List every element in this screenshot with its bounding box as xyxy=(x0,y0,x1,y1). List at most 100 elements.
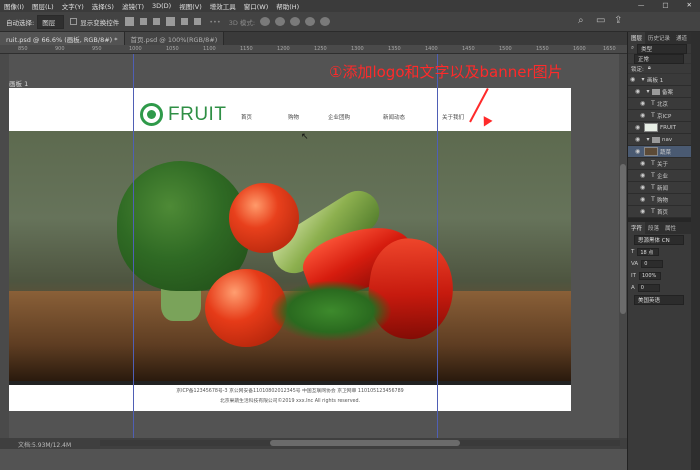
artboard-page[interactable]: FRUIT 首页 购物 企业团购 新闻动态 关于我们 京ICP备12345678… xyxy=(9,88,571,411)
move-cursor-icon: ↖ xyxy=(301,132,309,142)
menu-plugins[interactable]: 增效工具 xyxy=(206,1,240,11)
eye-icon[interactable]: ◉ xyxy=(640,160,649,167)
banner-image[interactable] xyxy=(9,131,571,381)
tab-layers[interactable]: 图层 xyxy=(628,32,646,44)
artboard-label[interactable]: 画板 1 xyxy=(9,78,28,88)
align-left-icon[interactable] xyxy=(125,17,135,26)
guide-line-left[interactable] xyxy=(133,54,134,438)
layer-row[interactable]: ◉ T 首页 xyxy=(628,206,700,218)
document-tabs: ruit.psd @ 66.6% (画板, RGB/8#) * 首页.psd @… xyxy=(0,32,627,45)
text-layer-icon: T xyxy=(651,184,655,191)
menu-select[interactable]: 选择(S) xyxy=(88,1,118,11)
menu-help[interactable]: 帮助(H) xyxy=(272,1,303,11)
auto-select-dropdown[interactable]: 图层 xyxy=(37,14,65,29)
eye-icon[interactable]: ◉ xyxy=(640,100,649,107)
vertical-scrollbar[interactable] xyxy=(619,54,627,438)
layer-thumbnail xyxy=(644,147,658,156)
layer-row[interactable]: ◉ ▾ 画板 1 xyxy=(628,74,700,86)
search-icon[interactable]: ⌕ xyxy=(578,15,590,27)
maximize-icon[interactable]: □ xyxy=(658,1,672,9)
guide-line-right[interactable] xyxy=(437,54,438,438)
menu-window[interactable]: 窗口(W) xyxy=(240,1,273,11)
menu-image[interactable]: 图像(I) xyxy=(0,1,28,11)
tracking-field[interactable]: 0 xyxy=(637,284,660,292)
blend-mode-dropdown[interactable]: 正常 xyxy=(634,53,684,64)
3d-roll-icon[interactable] xyxy=(275,17,286,26)
eye-icon[interactable]: ◉ xyxy=(635,148,644,155)
tab-history[interactable]: 历史记录 xyxy=(645,32,673,44)
menu-view[interactable]: 视图(V) xyxy=(175,1,206,11)
footer-icp: 京ICP备12345678号-3 京公网安备11010802012345号 中国… xyxy=(176,389,404,394)
eye-icon[interactable]: ◉ xyxy=(640,196,649,203)
character-panel-tabs: 字符 段落 属性 xyxy=(628,222,700,234)
tab-character[interactable]: 字符 xyxy=(628,222,646,234)
workspace-icon[interactable]: ▭ xyxy=(596,15,608,27)
eye-icon[interactable]: ◉ xyxy=(640,208,649,215)
tab-channels[interactable]: 通道 xyxy=(673,32,690,44)
show-transform-checkbox[interactable] xyxy=(70,18,78,25)
layer-row[interactable]: ◉ FRUIT xyxy=(628,122,700,134)
eye-icon[interactable]: ◉ xyxy=(635,88,644,95)
auto-select-label: 自动选择: xyxy=(6,18,35,27)
layer-row[interactable]: ◉ T 新闻 xyxy=(628,182,700,194)
menu-filter[interactable]: 滤镜(T) xyxy=(118,1,148,11)
eye-icon[interactable]: ◉ xyxy=(635,136,644,143)
layer-row[interactable]: ◉ T 关于 xyxy=(628,158,700,170)
align-right-icon[interactable] xyxy=(153,18,161,25)
nav-shopping[interactable]: 购物 xyxy=(288,113,299,121)
ruler-tick: 950 xyxy=(92,46,102,52)
eye-icon[interactable]: ◉ xyxy=(635,124,644,131)
menu-layer[interactable]: 图层(L) xyxy=(28,1,58,11)
layer-row[interactable]: ◉ T 北京 xyxy=(628,98,700,110)
align-top-icon[interactable] xyxy=(166,17,176,26)
horizontal-scrollbar[interactable] xyxy=(100,440,620,446)
layer-row-selected[interactable]: ◉ 蔬菜 xyxy=(628,146,700,158)
leading-row: VA 0 xyxy=(628,258,700,270)
layer-row[interactable]: ◉ T 企业 xyxy=(628,170,700,182)
vertical-scroll-thumb[interactable] xyxy=(620,164,626,314)
3d-rotate-icon[interactable] xyxy=(260,17,271,26)
filter-search-icon: ⌕ xyxy=(631,45,635,51)
layer-type-icon: ▾ xyxy=(646,136,650,143)
layer-filter-dropdown[interactable]: 类型 xyxy=(637,43,688,54)
leading-field[interactable]: 0 xyxy=(641,260,664,268)
canvas-area[interactable]: 画板 1 FRUIT 首页 购物 企业团购 新闻动态 关于我们 京ICP备123… xyxy=(9,54,627,438)
nav-home[interactable]: 首页 xyxy=(241,113,252,121)
more-options-icon[interactable]: ••• xyxy=(209,18,221,26)
horizontal-scroll-thumb[interactable] xyxy=(270,440,460,446)
tab-properties[interactable]: 属性 xyxy=(662,222,679,234)
nav-news[interactable]: 新闻动态 xyxy=(383,113,405,121)
share-icon[interactable]: ⇪ xyxy=(614,15,626,27)
tab-fruit-psd[interactable]: ruit.psd @ 66.6% (画板, RGB/8#) * xyxy=(0,32,125,45)
layer-row[interactable]: ◉ ▾ nav xyxy=(628,134,700,146)
lock-icon[interactable]: 🔒︎ xyxy=(648,65,651,72)
3d-pan-icon[interactable] xyxy=(290,17,301,26)
eye-icon[interactable]: ◉ xyxy=(640,112,649,119)
scale-field[interactable]: 100% xyxy=(638,272,661,280)
tab-home-psd[interactable]: 首页.psd @ 100%(RGB/8#) xyxy=(124,32,225,45)
font-size-field[interactable]: 18 点 xyxy=(637,248,660,256)
language-dropdown[interactable]: 美国英语 xyxy=(634,295,684,305)
tracking-row: A 0 xyxy=(628,282,700,294)
minimize-icon[interactable]: — xyxy=(634,1,649,9)
nav-group-buy[interactable]: 企业团购 xyxy=(328,113,350,121)
eye-icon[interactable]: ◉ xyxy=(640,184,649,191)
align-middle-icon[interactable] xyxy=(181,18,189,25)
tab-paragraph[interactable]: 段落 xyxy=(645,222,662,234)
close-icon[interactable]: ✕ xyxy=(683,1,696,9)
nav-about[interactable]: 关于我们 xyxy=(442,113,464,121)
3d-scale-icon[interactable] xyxy=(320,17,331,26)
layer-row[interactable]: ◉ ▾ 备案 xyxy=(628,86,700,98)
font-family-dropdown[interactable]: 思源黑体 CN xyxy=(634,235,684,245)
align-bottom-icon[interactable] xyxy=(194,18,202,25)
eye-icon[interactable]: ◉ xyxy=(630,76,639,83)
eye-icon[interactable]: ◉ xyxy=(640,172,649,179)
3d-slide-icon[interactable] xyxy=(305,17,316,26)
site-logo[interactable]: FRUIT xyxy=(140,103,226,126)
menu-type[interactable]: 文字(Y) xyxy=(58,1,88,11)
menu-3d[interactable]: 3D(D) xyxy=(148,2,175,10)
layer-row[interactable]: ◉ T 京ICP xyxy=(628,110,700,122)
layer-row[interactable]: ◉ T 购物 xyxy=(628,194,700,206)
align-center-icon[interactable] xyxy=(140,18,148,25)
baseline-icon: A xyxy=(631,285,635,291)
